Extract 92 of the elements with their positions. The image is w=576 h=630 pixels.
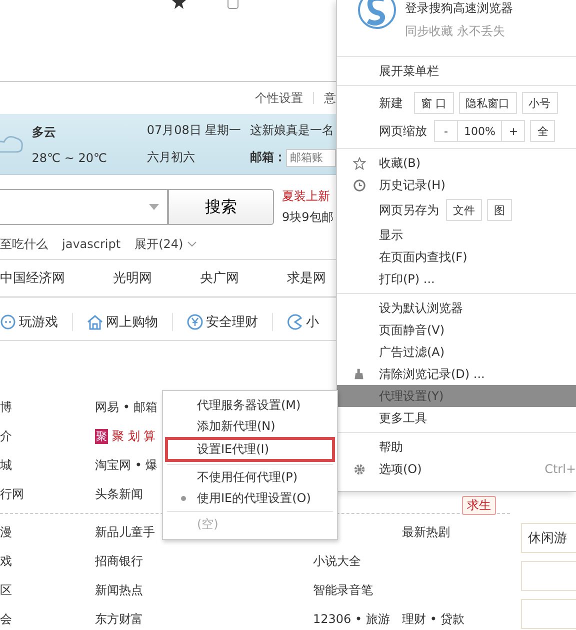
menu-option-button[interactable]: 图 (487, 199, 512, 221)
promo-title[interactable]: 夏装上新 (282, 188, 334, 205)
menu-item[interactable]: 展开菜单栏 (337, 60, 576, 82)
mail-input[interactable]: 邮箱账 (286, 148, 336, 166)
lunar-date: 六月初六 (146, 149, 196, 166)
site-link[interactable]: 网易 • 邮箱 (95, 399, 158, 416)
site-link[interactable]: 会 (0, 612, 12, 626)
hot-word-link[interactable]: javascript (62, 237, 121, 251)
hot-word-link[interactable]: 至吃什么 (0, 236, 48, 252)
site-link[interactable]: 聚 划 算 (112, 428, 156, 445)
search-button[interactable]: 搜索 (168, 189, 274, 225)
submenu-item[interactable]: 使用IE的代理设置(O) (167, 488, 333, 509)
settings-icon (353, 462, 366, 476)
site-link[interactable]: 新品儿童手 (95, 524, 155, 541)
settings-link[interactable]: 意 (324, 90, 336, 106)
news-headline[interactable]: 这新娘真是一名 (250, 122, 336, 138)
menu-item[interactable]: 在页面内查找(F) (337, 246, 576, 268)
menu-label: 网页另存为 (379, 202, 439, 218)
yen-coin-icon[interactable] (187, 314, 203, 330)
site-link[interactable]: 小说大全 (313, 554, 361, 568)
login-title[interactable]: 登录搜狗高速浏览器 (405, 0, 513, 17)
menu-option-button[interactable]: - (434, 120, 458, 142)
menu-item[interactable]: 选项(O) Ctrl+ (337, 458, 576, 480)
menu-item[interactable]: 更多工具 (337, 407, 576, 429)
menu-item[interactable]: 历史记录(H) (337, 174, 576, 196)
site-link[interactable]: 城 (0, 458, 12, 472)
dropdown-icon[interactable] (149, 204, 159, 210)
expand-link[interactable]: 展开(24) (134, 236, 184, 252)
settings-link[interactable]: 个性设置 (255, 90, 303, 106)
submenu-item[interactable]: 添加新代理(N) (167, 416, 333, 437)
category-link[interactable]: 安全理财 (206, 313, 258, 331)
site-link[interactable]: 招商银行 (95, 553, 143, 570)
pacman-icon[interactable] (287, 314, 303, 330)
menu-item[interactable]: 页面静音(V) (337, 319, 576, 341)
submenu-item[interactable]: 设置IE代理(I) (167, 439, 333, 460)
site-link[interactable]: 理财 • 贷款 (402, 611, 465, 628)
menu-option-button[interactable]: 窗 口 (414, 92, 454, 114)
house-icon[interactable] (87, 314, 103, 330)
menu-label: 新建 (379, 94, 404, 112)
submenu-item[interactable]: 不使用任何代理(P) (167, 467, 333, 488)
menu-label: 网页缩放 (379, 122, 427, 140)
eraser-icon (353, 368, 365, 380)
site-link[interactable]: 东方财富 (95, 611, 143, 628)
menu-item[interactable]: 帮助 (337, 436, 576, 458)
logo-badge[interactable]: 聚 (95, 429, 108, 444)
site-link[interactable]: 头条新闻 (95, 486, 143, 503)
login-subtitle: 同步收藏 永不丢失 (405, 23, 506, 40)
menu-item[interactable]: 收藏(B) (337, 152, 576, 174)
site-link[interactable]: 求是网 (287, 269, 326, 287)
game-card[interactable]: 休闲游 (521, 523, 576, 553)
tag-label[interactable]: 求生 (462, 496, 496, 515)
site-link[interactable]: 光明网 (113, 269, 152, 287)
site-link[interactable]: 行网 (0, 487, 24, 501)
site-link[interactable]: 最新热剧 (402, 524, 450, 541)
menu-option-button[interactable]: 全 (530, 120, 556, 142)
site-link[interactable]: 漫 (0, 525, 12, 539)
star-outline-icon (353, 156, 366, 170)
site-link[interactable]: 介 (0, 429, 12, 443)
smiley-icon[interactable] (0, 314, 16, 330)
menu-option-button[interactable]: 100% (457, 120, 502, 142)
weather-condition: 多云 (32, 124, 57, 140)
menu-item[interactable]: 打印(P) ... (337, 268, 576, 290)
submenu-item[interactable]: 代理服务器设置(M) (167, 395, 333, 416)
menu-option-button[interactable]: 文件 (446, 199, 482, 221)
site-link[interactable]: 新闻热点 (95, 582, 143, 599)
promo-subtitle[interactable]: 9块9包邮 (282, 209, 334, 226)
date-text: 07月08日 星期一 (146, 122, 242, 139)
site-link[interactable]: 戏 (0, 554, 12, 568)
category-link[interactable]: 小 (306, 313, 319, 331)
site-link[interactable]: 12306 • 旅游 (313, 612, 390, 626)
site-link[interactable]: 智能录音笔 (313, 583, 373, 597)
clock-icon (353, 178, 366, 192)
site-link[interactable]: 中国经济网 (0, 269, 65, 287)
menu-item[interactable]: 显示 (337, 224, 576, 246)
radio-dot (181, 496, 186, 501)
temperature-range: 28℃ ~ 20℃ (32, 150, 108, 164)
site-link[interactable]: 淘宝网 • 爆 (95, 457, 158, 474)
category-link[interactable]: 玩游戏 (19, 313, 58, 331)
menu-option-button[interactable]: 隐私窗口 (458, 92, 516, 114)
menu-option-button[interactable]: + (501, 120, 526, 142)
submenu-item: (空) (196, 516, 220, 533)
chevron-down-icon[interactable] (187, 241, 198, 247)
search-input[interactable] (0, 189, 168, 225)
menu-item[interactable]: 设为默认浏览器 (337, 297, 576, 319)
site-link[interactable]: 央广网 (200, 269, 239, 287)
category-link[interactable]: 网上购物 (106, 313, 158, 331)
menu-item[interactable]: 清除浏览记录(D) ... (337, 363, 576, 385)
site-link[interactable]: 区 (0, 583, 12, 597)
menu-item[interactable]: 广告过滤(A) (337, 341, 576, 363)
site-link[interactable]: 博 (0, 400, 12, 414)
mail-label: 邮箱： (250, 149, 286, 166)
menu-option-button[interactable]: 小号 (522, 92, 558, 114)
